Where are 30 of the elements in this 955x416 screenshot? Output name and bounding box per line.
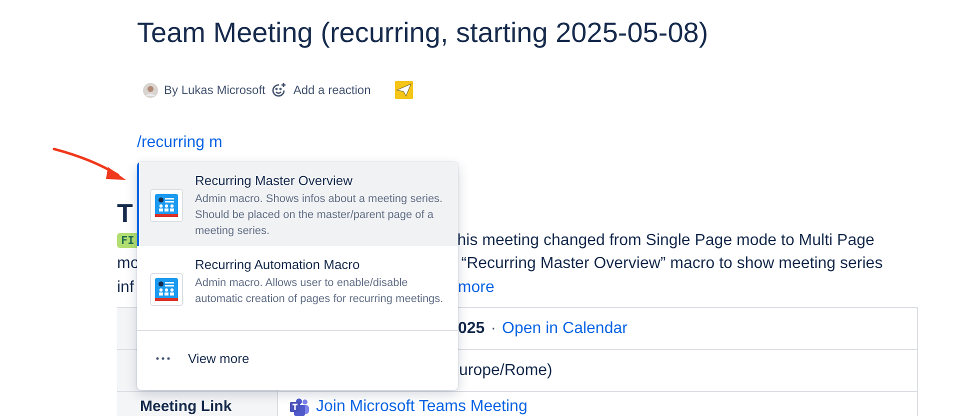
menu-item[interactable]: Recurring Automation Macro Admin macro. Allows user to enable/disable automatic creation of pages for recurring meetings. [137, 246, 458, 330]
timezone-text: urope/Rome) [459, 362, 552, 378]
macro-icon [155, 278, 178, 301]
table-header-cell: Meeting Link [117, 392, 278, 416]
more-icon [156, 357, 170, 360]
section-heading: T [117, 197, 133, 229]
menu-item-title: Recurring Master Overview [195, 172, 354, 189]
paper-plane-icon[interactable] [394, 81, 413, 99]
menu-item-description: Admin macro. Allows user to enable/disable automatic creation of pages for recurring meetings. [195, 276, 444, 307]
view-more-item[interactable]: View more [137, 330, 458, 386]
add-reaction-link[interactable]: Add a reaction [293, 83, 371, 97]
teams-icon [290, 398, 310, 416]
menu-item-title: Recurring Automation Macro [195, 256, 361, 273]
menu-item[interactable]: Recurring Master Overview Admin macro. Shows infos about a meeting series. Should be placed on the master/parent page of a meeting series. [137, 162, 458, 246]
add-reaction-icon[interactable] [271, 82, 288, 98]
learn-more-link[interactable]: more [458, 278, 494, 297]
status-badge: FI [117, 233, 138, 248]
menu-item-description: Admin macro. Shows infos about a meeting series. Should be placed on the master/parent page of a meeting series. [195, 192, 444, 239]
body-text: inf [117, 278, 134, 297]
separator-dot: · [490, 320, 496, 336]
calendar-link[interactable]: Open in Calendar [502, 320, 628, 336]
page-title: Team Meeting (recurring, starting 2025-05-08) [137, 16, 708, 50]
teams-meeting-link[interactable]: Join Microsoft Teams Meeting [316, 398, 528, 414]
avatar-icon [143, 82, 158, 98]
author-name[interactable]: By Lukas Microsoft [164, 83, 266, 97]
body-text: his meeting changed from Single Page mode to Multi Page [457, 232, 874, 250]
date-text: 025 [458, 320, 485, 336]
body-text: “Recurring Master Overview” macro to show meeting series [461, 255, 883, 274]
macro-icon [155, 194, 178, 217]
slash-command-text[interactable]: /recurring m [137, 132, 222, 154]
